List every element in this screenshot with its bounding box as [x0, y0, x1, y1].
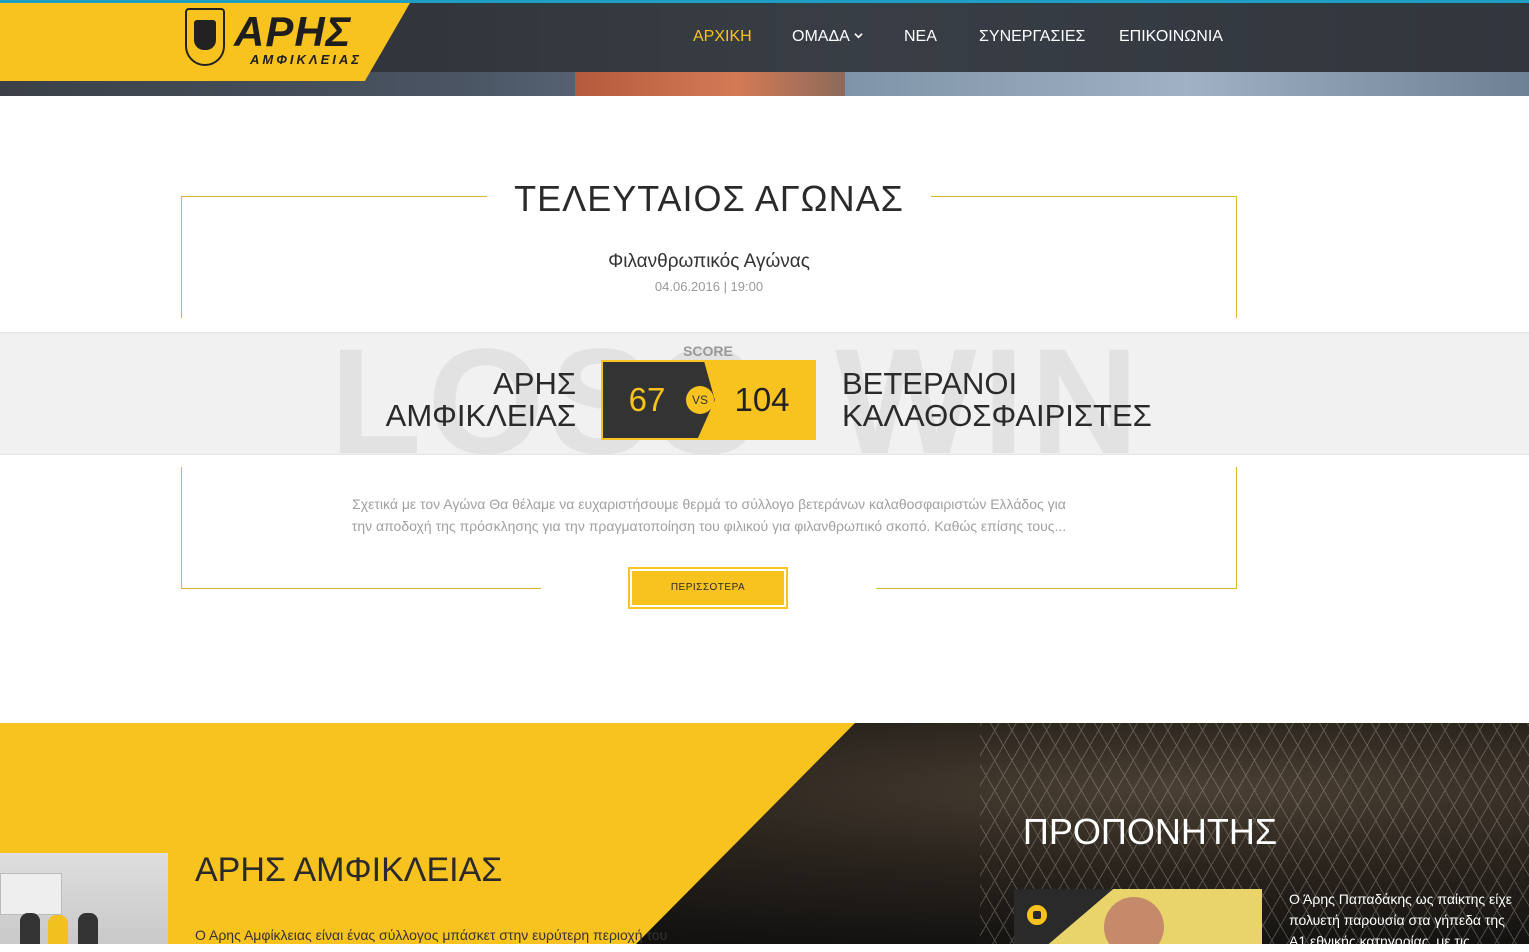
more-button[interactable]: ΠΕΡΙΣΣΟΤΕΡΑ — [628, 567, 788, 609]
nav-item-label: ΣΥΝΕΡΓΑΣΙΕΣ — [979, 28, 1086, 45]
coach-photo[interactable] — [1014, 889, 1262, 944]
home-score: 67 — [628, 381, 666, 418]
header-background-court — [575, 72, 845, 96]
logo-title[interactable]: ΑΡΗΣ — [234, 8, 351, 56]
about-text: Ο Αρης Αμφίκλειας είναι ένας σύλλογος μπ… — [195, 927, 668, 943]
logo-subtitle[interactable]: ΑΜΦΙΚΛΕΙΑΣ — [250, 52, 362, 67]
nav-item-home[interactable]: ΑΡΧΙΚΗ — [693, 28, 752, 46]
team-photo-banner — [0, 873, 62, 915]
team-photo-player — [78, 913, 98, 944]
shield-inner — [194, 20, 216, 50]
more-button-label: ΠΕΡΙΣΣΟΤΕΡΑ — [632, 571, 784, 605]
home-team-name: ΑΡΗΣ ΑΜΦΙΚΛΕΙΑΣ — [385, 366, 576, 433]
coach-title: ΠΡΟΠΟΝΗΤΗΣ — [1022, 811, 1278, 852]
team-photo[interactable] — [0, 853, 168, 944]
vs-badge: VS — [686, 386, 714, 414]
nav-item-news[interactable]: ΝΕΑ — [904, 28, 937, 46]
team-photo-player — [20, 913, 40, 944]
away-team-name: ΒΕΤΕΡΑΝΟΙ ΚΑΛΑΘΟΣΦΑΙΡΙΣΤΕΣ — [842, 366, 1152, 433]
nav-item-team[interactable]: ΟΜΑΔΑ — [792, 28, 863, 46]
score-label: SCORE — [683, 343, 733, 359]
team-photo-player — [48, 915, 68, 944]
about-title: ΑΡΗΣ ΑΜΦΙΚΛΕΙΑΣ — [195, 851, 503, 889]
nav-item-contact[interactable]: ΕΠΙΚΟΙΝΩΝΙΑ — [1119, 28, 1223, 46]
ball-icon — [1026, 904, 1048, 926]
nav-item-label: ΝΕΑ — [904, 28, 937, 45]
club-shield-logo-icon[interactable] — [185, 8, 225, 66]
section-title-last-match: ΤΕΛΕΥΤΑΙΟΣ ΑΓΩΝΑΣ — [514, 178, 904, 219]
coach-text: Ο Άρης Παπαδάκης ως παίκτης είχε πολυετή… — [1289, 891, 1512, 949]
nav-item-partners[interactable]: ΣΥΝΕΡΓΑΣΙΕΣ — [979, 28, 1085, 46]
nav-item-label: ΑΡΧΙΚΗ — [693, 28, 752, 45]
nav-item-label: ΟΜΑΔΑ — [792, 28, 850, 45]
away-score: 104 — [734, 381, 790, 418]
nav-item-label: ΕΠΙΚΟΙΝΩΝΙΑ — [1119, 28, 1223, 45]
header-background-court-right — [845, 72, 1529, 96]
coach-photo-face — [1104, 897, 1164, 944]
match-name: Φιλανθρωπικός Αγώνας — [608, 251, 810, 272]
chevron-down-icon — [854, 33, 863, 39]
match-date-time: 04.06.2016 | 19:00 — [654, 279, 764, 294]
match-description: Σχετικά με τον Αγώνα Θα θέλαμε να ευχαρι… — [351, 496, 1067, 534]
